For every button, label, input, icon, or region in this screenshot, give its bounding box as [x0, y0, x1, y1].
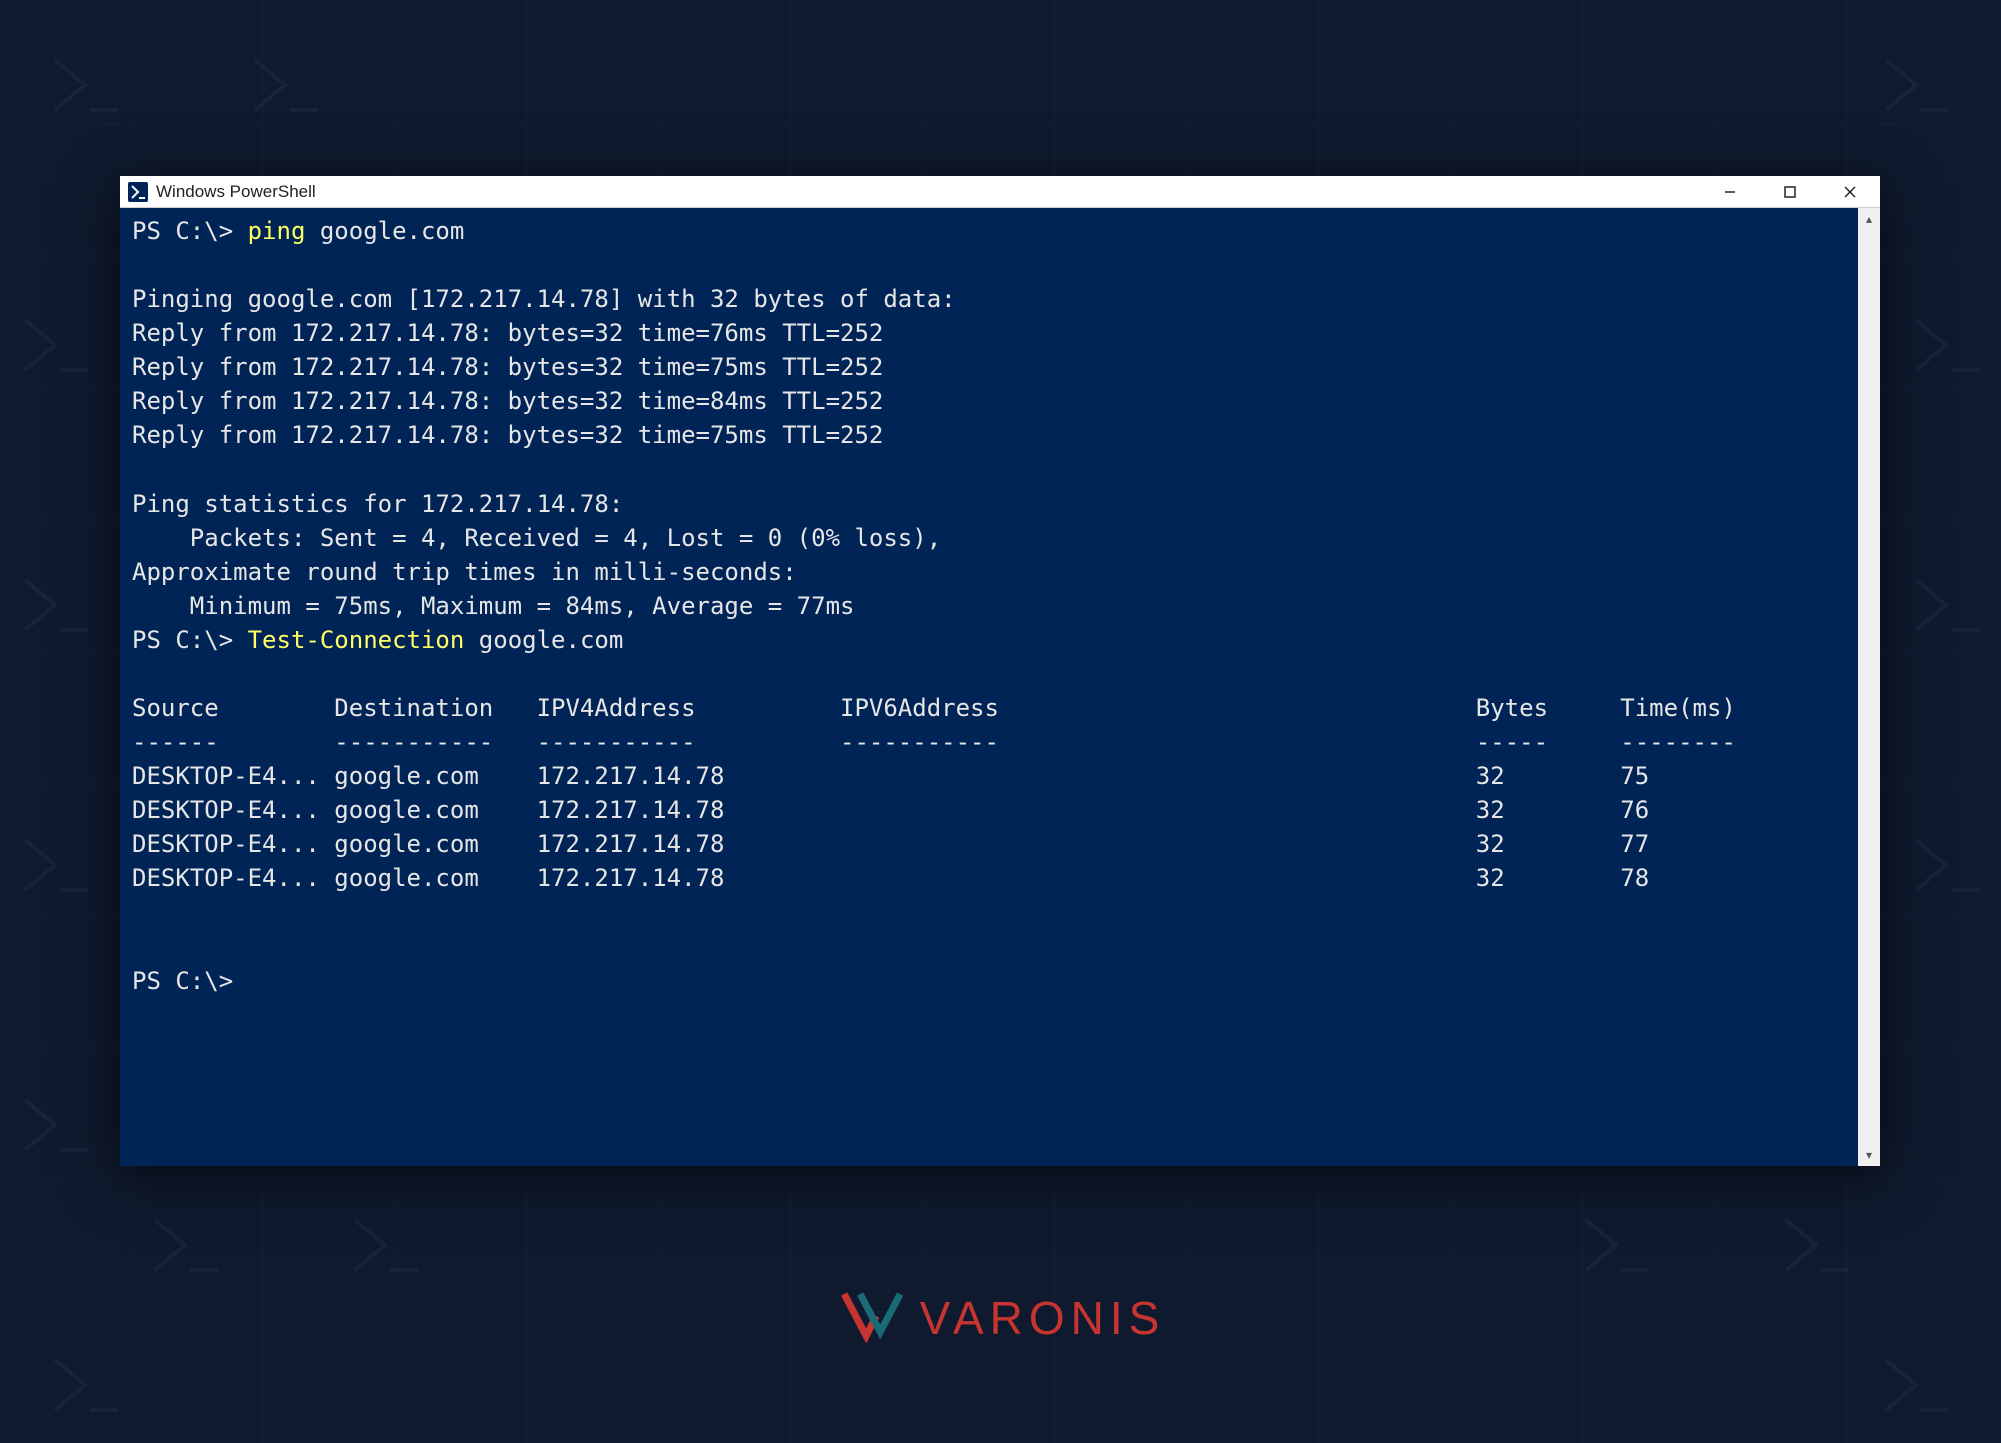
maximize-icon — [1783, 185, 1797, 199]
scroll-up-arrow[interactable]: ▴ — [1858, 208, 1880, 230]
window-controls — [1700, 176, 1880, 207]
scroll-track[interactable] — [1858, 230, 1880, 1144]
powershell-window: Windows PowerShell PS C:\> ping google.c… — [120, 176, 1880, 1166]
maximize-button[interactable] — [1760, 176, 1820, 207]
minimize-button[interactable] — [1700, 176, 1760, 207]
terminal-body[interactable]: PS C:\> ping google.com Pinging google.c… — [120, 208, 1880, 1166]
scrollbar[interactable]: ▴ ▾ — [1858, 208, 1880, 1166]
varonis-logo-text: VARONIS — [920, 1291, 1166, 1345]
close-button[interactable] — [1820, 176, 1880, 207]
window-title: Windows PowerShell — [156, 182, 316, 202]
varonis-mark-icon — [836, 1288, 906, 1348]
close-icon — [1843, 185, 1857, 199]
scroll-down-arrow[interactable]: ▾ — [1858, 1144, 1880, 1166]
titlebar[interactable]: Windows PowerShell — [120, 176, 1880, 208]
minimize-icon — [1723, 185, 1737, 199]
varonis-logo: VARONIS — [836, 1288, 1166, 1348]
powershell-icon — [128, 182, 148, 202]
